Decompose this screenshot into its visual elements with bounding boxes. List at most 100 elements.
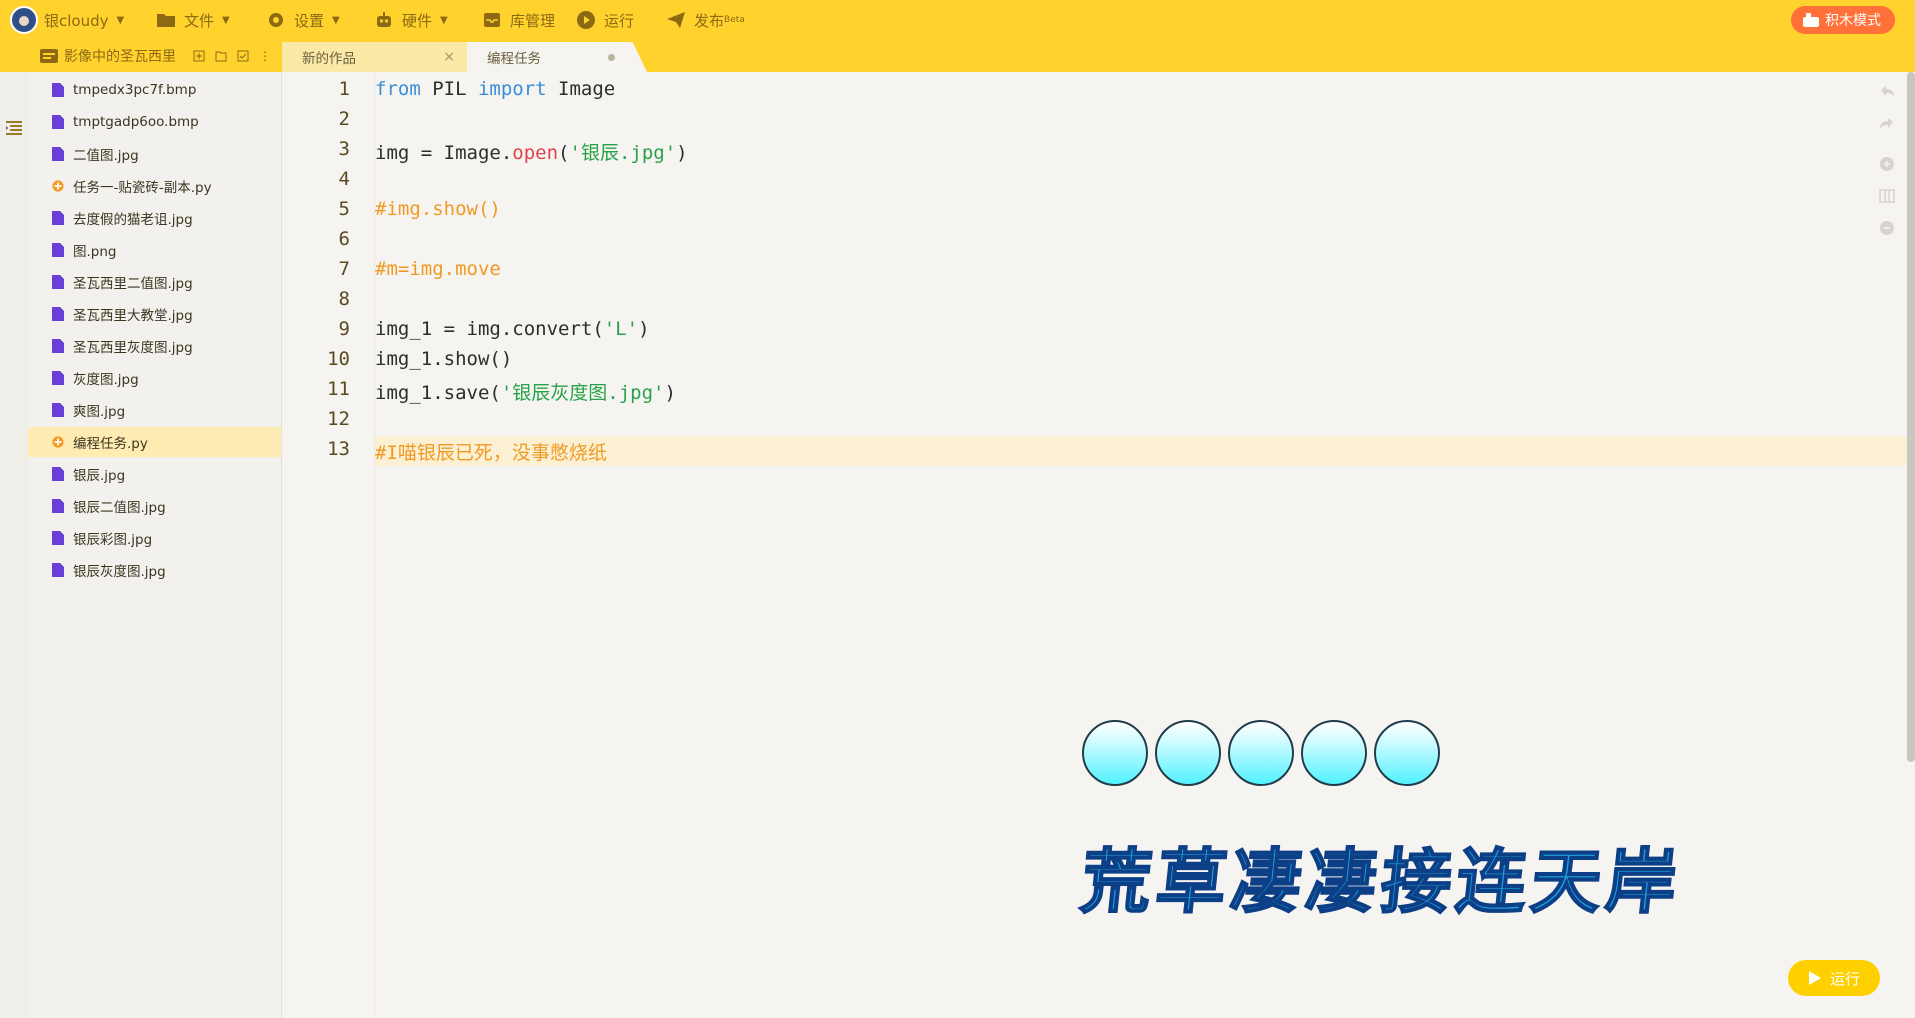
sidebar-toggle-icon[interactable] <box>5 120 23 136</box>
file-item[interactable]: tmptgadp6oo.bmp <box>28 107 281 137</box>
code-line: img_1.show() <box>375 348 513 370</box>
image-file-icon <box>52 115 64 129</box>
project-folder-icon <box>40 49 58 63</box>
image-file-icon <box>52 499 64 513</box>
file-name: 图.png <box>73 244 117 260</box>
code-token: ) <box>676 142 688 164</box>
image-file-icon <box>52 467 64 481</box>
file-item[interactable]: 灰度图.jpg <box>28 363 281 393</box>
file-name: 二值图.jpg <box>73 148 139 164</box>
code-token: img_1 = img.convert( <box>375 318 604 340</box>
settings-menu-label: 设置 <box>294 11 325 30</box>
line-number: 1 <box>338 78 350 100</box>
hardware-menu-label: 硬件 <box>402 11 433 30</box>
code-comment: #img.show() <box>375 198 501 220</box>
file-tree: tmpedx3pc7f.bmp tmptgadp6oo.bmp 二值图.jpg … <box>28 72 282 1018</box>
tab-label: 编程任务 <box>487 51 541 67</box>
file-item[interactable]: 爽图.jpg <box>28 395 281 425</box>
file-item[interactable]: 去度假的猫老诅.jpg <box>28 203 281 233</box>
run-button-label: 运行 <box>1829 969 1860 988</box>
gear-icon <box>269 13 283 27</box>
code-token: ) <box>638 318 650 340</box>
redo-icon[interactable] <box>1879 116 1895 132</box>
settings-menu[interactable]: 设置 ▼ <box>266 0 340 40</box>
blocks-icon <box>1803 13 1819 27</box>
upload-icon[interactable] <box>237 50 249 62</box>
code-token: ( <box>558 142 570 164</box>
python-file-icon <box>52 180 64 192</box>
new-folder-icon[interactable] <box>215 50 227 62</box>
zoom-in-icon[interactable] <box>1879 156 1895 172</box>
project-name: 影像中的圣瓦西里 <box>64 49 176 65</box>
code-comment: #I喵银辰已死，没事憋烧纸 <box>375 442 607 464</box>
python-file-icon <box>52 436 64 448</box>
zoom-out-icon[interactable] <box>1879 220 1895 236</box>
file-name: tmptgadp6oo.bmp <box>73 114 199 130</box>
grid-icon[interactable] <box>1879 188 1895 204</box>
code-token: ) <box>664 382 676 404</box>
file-item[interactable]: 图.png <box>28 235 281 265</box>
tab-new-work[interactable]: 新的作品 × <box>282 42 467 72</box>
code-line: img_1.save('银辰灰度图.jpg') <box>375 378 676 405</box>
inbox-icon <box>484 13 500 27</box>
editor-scrollbar[interactable] <box>1907 72 1915 762</box>
file-item-active[interactable]: 编程任务.py <box>28 427 281 457</box>
file-name: 编程任务.py <box>73 436 148 452</box>
image-file-icon <box>52 147 64 161</box>
left-rail <box>0 72 29 1018</box>
tab-programming-task[interactable]: 编程任务 <box>467 42 647 72</box>
code-token: Image <box>546 78 616 100</box>
line-number: 11 <box>327 378 350 400</box>
file-item[interactable]: 银辰灰度图.jpg <box>28 555 281 585</box>
file-item[interactable]: 圣瓦西里大教堂.jpg <box>28 299 281 329</box>
file-menu-label: 文件 <box>184 11 215 30</box>
image-file-icon <box>52 371 64 385</box>
line-number: 8 <box>338 288 350 310</box>
image-file-icon <box>52 339 64 353</box>
robot-icon <box>377 12 391 27</box>
string-token: 'L' <box>603 318 639 340</box>
file-item[interactable]: 银辰彩图.jpg <box>28 523 281 553</box>
top-bar: 银cloudy ▼ 文件 ▼ 设置 ▼ 硬件 ▼ 库管理 运行 发布 Beta … <box>0 0 1915 72</box>
file-name: 银辰二值图.jpg <box>73 500 166 516</box>
file-menu[interactable]: 文件 ▼ <box>156 0 230 40</box>
file-item[interactable]: 二值图.jpg <box>28 139 281 169</box>
new-file-icon[interactable] <box>193 50 205 62</box>
hardware-menu[interactable]: 硬件 ▼ <box>374 0 448 40</box>
user-menu[interactable]: 银cloudy ▼ <box>10 0 124 40</box>
file-item[interactable]: 圣瓦西里二值图.jpg <box>28 267 281 297</box>
file-item[interactable]: tmpedx3pc7f.bmp <box>28 75 281 105</box>
undo-icon[interactable] <box>1879 84 1895 100</box>
line-number: 13 <box>327 438 350 460</box>
image-file-icon <box>52 275 64 289</box>
file-item[interactable]: 银辰二值图.jpg <box>28 491 281 521</box>
file-item[interactable]: 银辰.jpg <box>28 459 281 489</box>
paper-plane-icon <box>667 12 685 28</box>
chevron-down-icon: ▼ <box>332 14 340 26</box>
publish-menu[interactable]: 发布 Beta <box>666 0 745 40</box>
file-name: 银辰.jpg <box>73 468 126 484</box>
run-menu[interactable]: 运行 <box>576 0 634 40</box>
code-comment: #m=img.move <box>375 258 501 280</box>
library-menu[interactable]: 库管理 <box>482 0 555 40</box>
keyword: from <box>375 78 421 100</box>
image-file-icon <box>52 83 64 97</box>
stage-ball <box>1082 720 1148 786</box>
code-editor[interactable]: 1 2 3 4 5 6 7 8 9 10 11 12 13 from PIL i… <box>282 72 1915 1018</box>
string-token: '银辰.jpg' <box>569 142 677 164</box>
block-mode-button[interactable]: 积木模式 <box>1791 6 1895 34</box>
file-item[interactable]: 任务一-贴瓷砖-副本.py <box>28 171 281 201</box>
line-number: 12 <box>327 408 350 430</box>
more-options-icon[interactable]: ⋮ <box>259 50 271 62</box>
close-icon[interactable]: × <box>443 49 455 65</box>
stage-ball <box>1155 720 1221 786</box>
file-name: tmpedx3pc7f.bmp <box>73 82 197 98</box>
code-line: img_1 = img.convert('L') <box>375 318 650 340</box>
code-token: PIL <box>420 78 478 100</box>
chevron-down-icon: ▼ <box>222 14 230 26</box>
file-name: 任务一-贴瓷砖-副本.py <box>73 180 212 196</box>
code-token: img_1.save( <box>375 382 501 404</box>
block-mode-label: 积木模式 <box>1825 13 1881 29</box>
run-button[interactable]: 运行 <box>1788 960 1880 996</box>
file-item[interactable]: 圣瓦西里灰度图.jpg <box>28 331 281 361</box>
